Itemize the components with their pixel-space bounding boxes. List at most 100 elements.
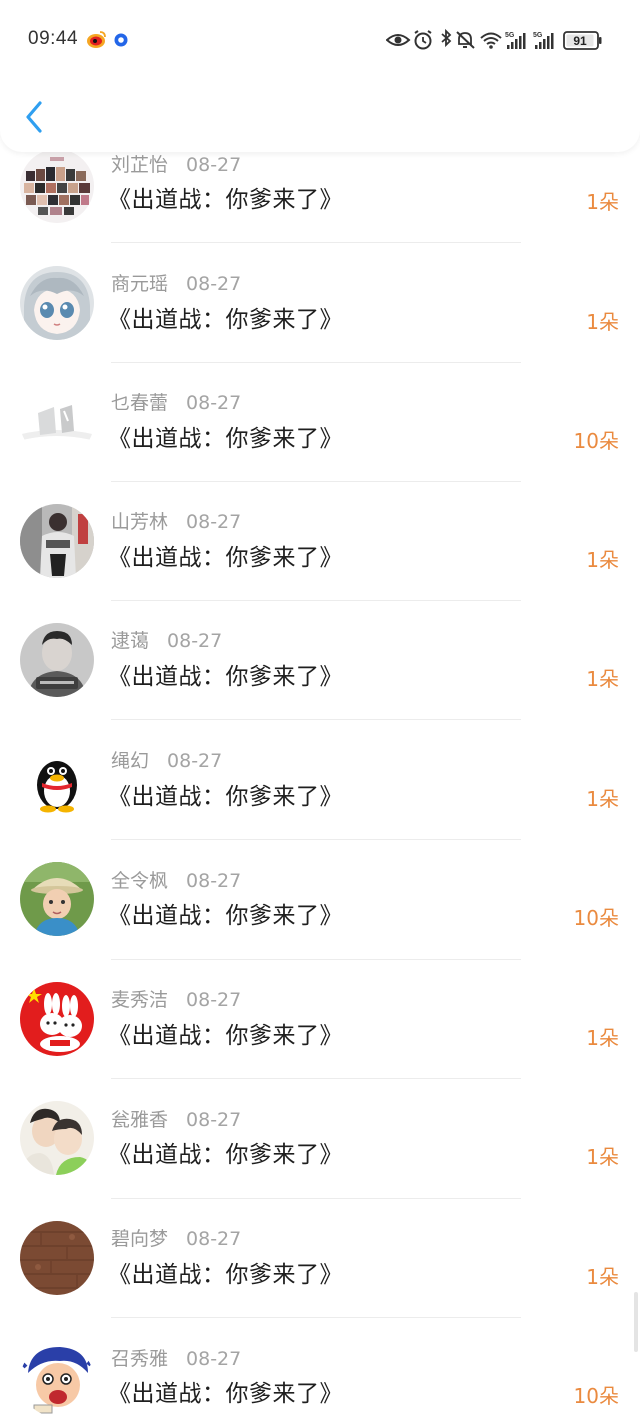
brick-texture-avatar-image [20, 1221, 94, 1295]
eye-icon [386, 34, 411, 46]
record-meta: 商元瑶 08-27 [111, 270, 241, 298]
avatar[interactable] [20, 1101, 94, 1175]
sender-name: 商元瑶 [111, 273, 169, 295]
sender-name: 乜春蕾 [111, 392, 169, 414]
cartoon-boy-avatar-image [20, 1343, 94, 1414]
bluetooth-icon [441, 28, 452, 48]
couple-photo-avatar-image [20, 1101, 94, 1175]
work-title: 《出道战：你爹来了》 [108, 664, 343, 690]
bell-muted-icon [456, 31, 475, 49]
list-item[interactable]: 山芳林 08-27 《出道战：你爹来了》 1朵 [0, 493, 640, 612]
record-meta: 山芳林 08-27 [111, 508, 241, 536]
gift-amount: 1朵 [586, 667, 619, 691]
signal-2-label: 5G [533, 32, 543, 39]
child-photo-avatar-image [20, 862, 94, 936]
work-title: 《出道战：你爹来了》 [108, 426, 343, 452]
record-date: 08-27 [186, 511, 242, 533]
record-date: 08-27 [167, 750, 223, 772]
record-date: 08-27 [186, 1348, 242, 1370]
record-meta: 瓮雅香 08-27 [111, 1106, 241, 1134]
status-right-icons: 5G 5G 91 [386, 28, 602, 50]
record-date: 08-27 [167, 630, 223, 652]
sender-name: 召秀雅 [111, 1348, 169, 1370]
alarm-icon [414, 30, 432, 50]
avatar[interactable] [20, 1343, 94, 1414]
list-item[interactable]: 刘芷怡 08-27 《出道战：你爹来了》 1朵 [0, 135, 640, 254]
avatar[interactable] [20, 862, 94, 936]
gift-amount: 1朵 [586, 1145, 619, 1169]
avatar[interactable] [20, 504, 94, 578]
divider [111, 1198, 521, 1199]
battery-level: 91 [573, 34, 587, 48]
record-date: 08-27 [186, 1228, 242, 1250]
divider [111, 600, 521, 601]
record-meta: 碧向梦 08-27 [111, 1225, 241, 1253]
avatar[interactable] [20, 149, 94, 223]
avatar[interactable] [20, 266, 94, 340]
work-title: 《出道战：你爹来了》 [108, 1142, 343, 1168]
divider [111, 362, 521, 363]
list-item[interactable]: 全令枫 08-27 《出道战：你爹来了》 10朵 [0, 851, 640, 970]
gift-amount: 1朵 [586, 548, 619, 572]
top-bar: 09:44 5G 5G 91 [0, 0, 640, 152]
avatar[interactable] [20, 982, 94, 1056]
divider [111, 719, 521, 720]
portrait-avatar-image [20, 623, 94, 697]
work-title: 《出道战：你爹来了》 [108, 1023, 343, 1049]
record-meta: 逮蔼 08-27 [111, 627, 222, 655]
sender-name: 刘芷怡 [111, 154, 169, 176]
battery-icon: 91 [563, 31, 602, 50]
list-item[interactable]: 乜春蕾 08-27 《出道战：你爹来了》 10朵 [0, 374, 640, 493]
list-item[interactable]: 碧向梦 08-27 《出道战：你爹来了》 1朵 [0, 1210, 640, 1329]
list-item[interactable]: 商元瑶 08-27 《出道战：你爹来了》 1朵 [0, 255, 640, 374]
divider [111, 1078, 521, 1079]
anime-girl-avatar-image [20, 266, 94, 340]
record-date: 08-27 [186, 154, 242, 176]
record-meta: 绳幻 08-27 [111, 747, 222, 775]
divider [111, 481, 521, 482]
list-item[interactable]: 瓮雅香 08-27 《出道战：你爹来了》 1朵 [0, 1090, 640, 1209]
list-item[interactable]: 绳幻 08-27 《出道战：你爹来了》 1朵 [0, 732, 640, 851]
work-title: 《出道战：你爹来了》 [108, 1262, 343, 1288]
record-meta: 召秀雅 08-27 [111, 1345, 241, 1373]
penguin-avatar-image [20, 743, 94, 817]
wifi-icon [480, 32, 502, 49]
sender-name: 山芳林 [111, 511, 169, 533]
avatar[interactable] [20, 1221, 94, 1295]
record-date: 08-27 [186, 870, 242, 892]
divider [111, 1317, 521, 1318]
back-button[interactable] [20, 96, 60, 140]
list-item[interactable]: 召秀雅 08-27 《出道战：你爹来了》 10朵 [0, 1329, 640, 1414]
sender-name: 碧向梦 [111, 1228, 169, 1250]
avatar[interactable] [20, 743, 94, 817]
record-meta: 刘芷怡 08-27 [111, 151, 241, 179]
chevron-left-icon [26, 101, 42, 133]
gift-amount: 1朵 [586, 1265, 619, 1289]
sender-name: 全令枫 [111, 870, 169, 892]
record-meta: 乜春蕾 08-27 [111, 389, 241, 417]
list-item[interactable]: 逮蔼 08-27 《出道战：你爹来了》 1朵 [0, 612, 640, 731]
record-date: 08-27 [186, 1109, 242, 1131]
work-title: 《出道战：你爹来了》 [108, 903, 343, 929]
gift-amount: 10朵 [573, 1384, 619, 1408]
work-title: 《出道战：你爹来了》 [108, 187, 343, 213]
record-meta: 麦秀洁 08-27 [111, 986, 241, 1014]
status-notification-icons [87, 31, 128, 48]
list-item[interactable]: 麦秀洁 08-27 《出道战：你爹来了》 1朵 [0, 971, 640, 1090]
work-title: 《出道战：你爹来了》 [108, 1381, 343, 1407]
gift-amount: 1朵 [586, 787, 619, 811]
divider [111, 959, 521, 960]
record-meta: 全令枫 08-27 [111, 867, 241, 895]
gift-amount: 1朵 [586, 1026, 619, 1050]
abstract-white-avatar-image [20, 385, 94, 459]
avatar[interactable] [20, 385, 94, 459]
avatar[interactable] [20, 623, 94, 697]
screen: 刘芷怡 08-27 《出道战：你爹来了》 1朵 商元瑶 08-27 《出道战：你… [0, 0, 640, 1414]
work-title: 《出道战：你爹来了》 [108, 545, 343, 571]
collage-avatar-image [20, 149, 94, 223]
gift-record-list[interactable]: 刘芷怡 08-27 《出道战：你爹来了》 1朵 商元瑶 08-27 《出道战：你… [0, 0, 640, 1414]
sender-name: 绳幻 [111, 750, 150, 772]
sender-name: 逮蔼 [111, 630, 150, 652]
scrollbar[interactable] [634, 1292, 638, 1352]
gift-amount: 10朵 [573, 429, 619, 453]
